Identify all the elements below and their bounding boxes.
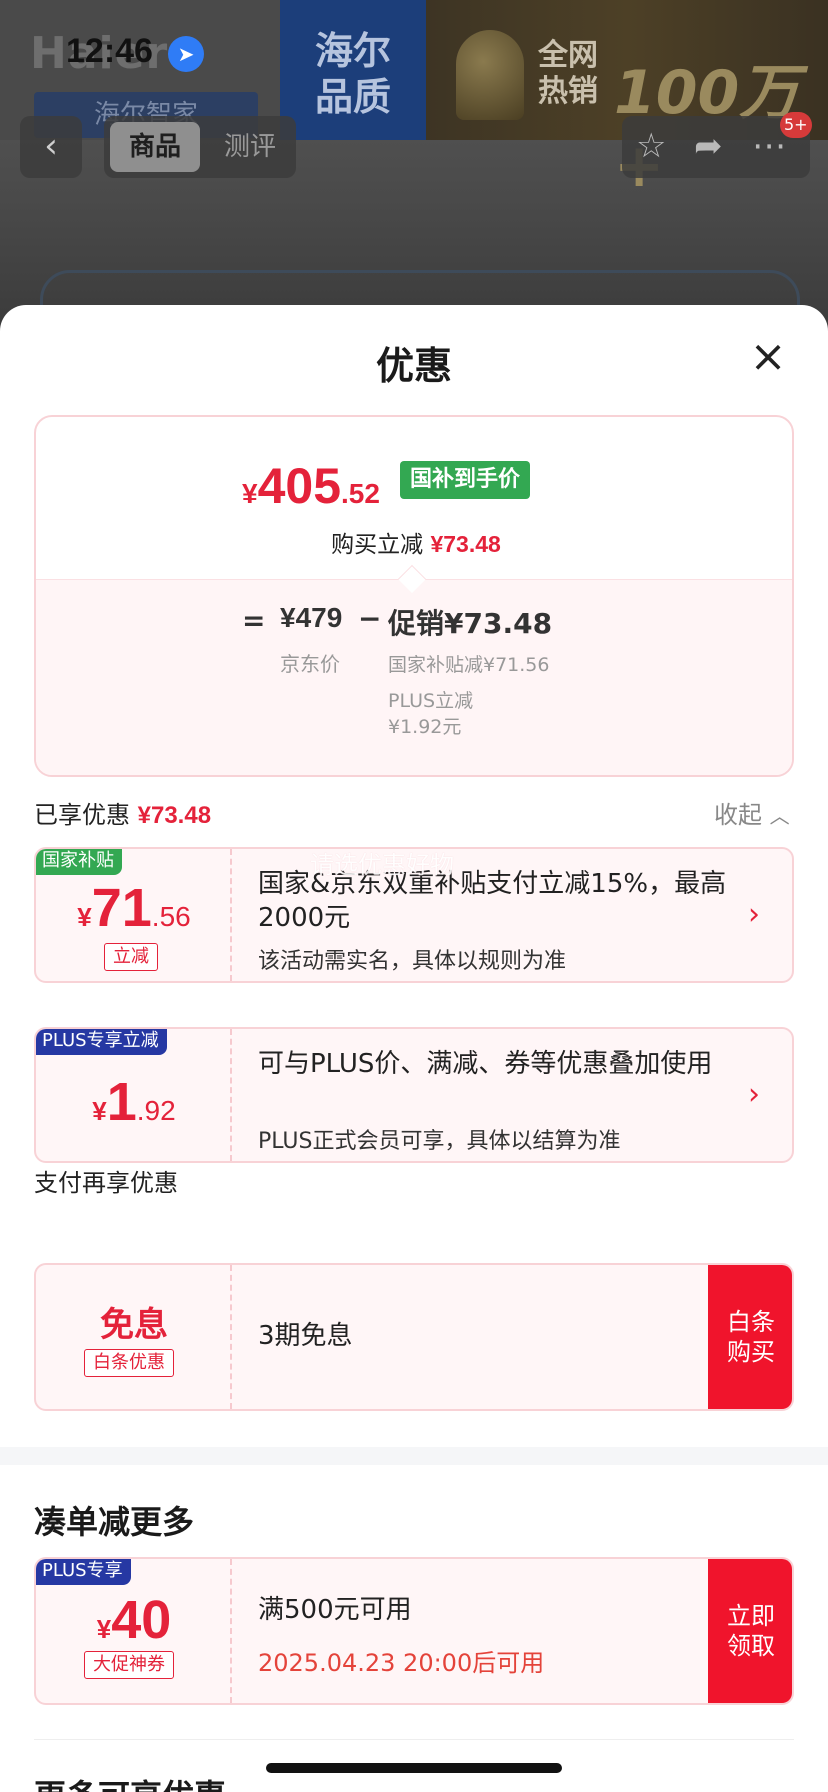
hot-line-2: 热销 — [538, 74, 598, 109]
close-button[interactable]: × — [746, 335, 790, 379]
purchase-discount-value: ¥73.48 — [430, 531, 501, 557]
purchase-discount-label: 购买立减 — [331, 532, 424, 558]
quality-line-1: 海尔 — [314, 29, 391, 73]
baitiao-buy-button[interactable]: 白条 购买 — [708, 1265, 792, 1409]
enjoyed-label: 已享优惠 — [34, 801, 130, 829]
button-line-1: 立即 — [727, 1602, 775, 1630]
deal-decimal: .92 — [136, 1095, 176, 1126]
product-page-background: Haier 海尔智家 海尔 品质 全网 热销 100万+ 12:46 ➤ ‹ 商… — [0, 0, 828, 330]
plus-detail: PLUS立减 ¥1.92元 — [388, 688, 473, 740]
button-line-1: 白条 — [727, 1308, 775, 1336]
coupon-integer: 40 — [111, 1590, 172, 1650]
next-section-title: 更多可享优惠 — [34, 1771, 226, 1792]
coupon-amount: ¥40 — [36, 1589, 232, 1651]
final-price: ¥405.52 — [242, 457, 380, 515]
deal-yen: ¥ — [77, 902, 92, 932]
deal-title: 可与PLUS价、满减、券等优惠叠加使用 — [258, 1049, 713, 1079]
chevron-right-icon: › — [748, 897, 760, 932]
quality-line-2: 品质 — [314, 75, 391, 119]
formula-equals: = — [242, 604, 266, 637]
collapse-label: 收起 — [714, 801, 762, 829]
nav-actions: ☆ ➦ ⋯ 5+ — [622, 112, 812, 178]
close-icon: × — [749, 331, 787, 382]
discount-sheet: 优惠 × ¥405.52 国补到手价 购买立减 ¥73.48 = ¥479 京东… — [0, 305, 828, 1792]
deal-chip: 立减 — [104, 943, 158, 971]
hot-sale-label: 全网 热销 — [538, 38, 598, 110]
share-icon[interactable]: ➦ — [694, 124, 723, 168]
promo-total: 促销¥73.48 — [388, 607, 553, 640]
trophy-icon — [456, 30, 524, 120]
price-summary-card: ¥405.52 国补到手价 购买立减 ¥73.48 = ¥479 京东价 − 促… — [34, 415, 794, 777]
price-yen: ¥ — [242, 478, 258, 509]
sheet-title: 优惠 — [375, 344, 452, 388]
pay-offer-title: 3期免息 — [258, 1321, 353, 1351]
jd-price-label: 京东价 — [280, 652, 340, 676]
tab-review[interactable]: 测评 — [210, 122, 290, 172]
pay-offer-card: 免息 白条优惠 3期免息 白条 购买 — [34, 1263, 794, 1411]
chevron-up-icon: ︿ — [769, 804, 790, 828]
button-line-2: 领取 — [727, 1632, 775, 1660]
deal-desc: PLUS正式会员可享，具体以结算为准 — [258, 1129, 621, 1154]
deal-card-plus[interactable]: ¥1.92 PLUS专享立减 可与PLUS价、满减、券等优惠叠加使用 PLUS正… — [34, 1027, 794, 1163]
watermark: 请选优惠好物 — [310, 851, 454, 879]
deal-desc: 该活动需实名，具体以规则为准 — [258, 949, 567, 974]
pay-section-title: 支付再享优惠 — [34, 1169, 178, 1197]
section-divider — [0, 1447, 828, 1465]
home-indicator[interactable] — [266, 1763, 562, 1773]
purchase-discount: 购买立减 ¥73.48 — [36, 525, 792, 559]
deal-amount: ¥71.56 — [36, 877, 232, 939]
coupon-title: 满500元可用 — [258, 1595, 412, 1625]
more-section-title: 凑单减更多 — [34, 1503, 195, 1541]
coupon-card: ¥40 大促神券 PLUS专享 满500元可用 2025.04.23 20:00… — [34, 1557, 794, 1705]
free-interest-label: 免息 — [100, 1305, 168, 1345]
price-integer: 405 — [257, 458, 342, 514]
back-button[interactable]: ‹ — [20, 116, 82, 178]
location-arrow-icon: ➤ — [168, 36, 204, 72]
section-separator — [34, 1739, 794, 1740]
subsidy-price-tag: 国补到手价 — [400, 461, 531, 499]
status-time: 12:46 — [66, 32, 153, 70]
deal-badge: 国家补贴 — [36, 849, 122, 875]
back-arrow-icon: ‹ — [44, 126, 58, 166]
chevron-right-icon: › — [748, 1077, 760, 1112]
coupon-yen: ¥ — [96, 1614, 112, 1644]
subsidy-detail: 国家补贴减¥71.56 — [388, 654, 550, 676]
collapse-toggle[interactable]: 收起 ︿ — [714, 795, 790, 830]
deal-yen: ¥ — [92, 1096, 107, 1126]
plus-detail-label: PLUS立减 — [388, 690, 474, 712]
message-badge: 5+ — [780, 112, 812, 138]
claim-coupon-button[interactable]: 立即 领取 — [708, 1559, 792, 1703]
enjoyed-discount: 已享优惠 ¥73.48 — [34, 795, 211, 830]
deal-integer: 71 — [91, 878, 152, 938]
deal-decimal: .56 — [151, 901, 191, 932]
coupon-chip: 大促神券 — [84, 1651, 174, 1679]
coupon-badge: PLUS专享 — [36, 1559, 131, 1585]
hot-line-1: 全网 — [538, 38, 598, 73]
quality-banner: 海尔 品质 — [280, 0, 426, 140]
enjoyed-value: ¥73.48 — [137, 802, 212, 829]
coupon-date: 2025.04.23 20:00后可用 — [258, 1649, 545, 1677]
price-formula: = ¥479 京东价 − 促销¥73.48 国家补贴减¥71.56 PLUS立减… — [36, 579, 792, 775]
pay-offer-left: 免息 白条优惠 — [36, 1265, 232, 1409]
product-tabs: 商品 测评 — [104, 116, 296, 178]
plus-detail-value: ¥1.92元 — [388, 716, 462, 738]
jd-price: ¥479 — [280, 602, 343, 633]
deal-integer: 1 — [106, 1072, 137, 1132]
deal-amount: ¥1.92 — [36, 1071, 232, 1133]
tab-product[interactable]: 商品 — [110, 122, 200, 172]
deal-badge: PLUS专享立减 — [36, 1029, 167, 1055]
formula-minus: − — [358, 602, 382, 635]
price-decimal: .52 — [341, 478, 380, 509]
favorite-star-icon[interactable]: ☆ — [636, 124, 666, 168]
baitiao-chip: 白条优惠 — [84, 1349, 174, 1377]
button-line-2: 购买 — [727, 1338, 775, 1366]
